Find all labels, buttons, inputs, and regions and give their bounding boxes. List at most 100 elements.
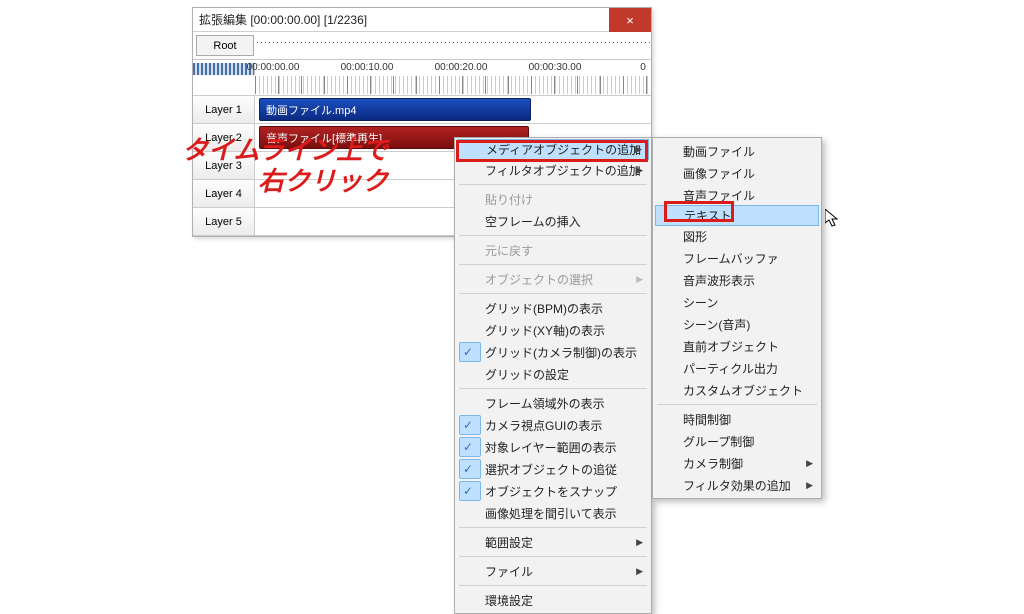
menu-label: グリッドの設定 (485, 366, 569, 383)
menu-object-select: オブジェクトの選択 ▶ (457, 268, 649, 290)
submenu-group-ctrl[interactable]: グループ制御 (655, 430, 819, 452)
menu-label: シーン(音声) (683, 316, 750, 333)
menu-add-media-object[interactable]: メディアオブジェクトの追加▶ (457, 139, 649, 160)
menu-target-layer[interactable]: ✓対象レイヤー範囲の表示 (457, 436, 649, 458)
submenu-time-ctrl[interactable]: 時間制御 (655, 408, 819, 430)
layer-label: Layer 2 (205, 132, 242, 144)
submenu-text[interactable]: テキスト (655, 205, 819, 226)
ruler-tick-label: 00:00:30.00 (529, 62, 582, 73)
layer-label: Layer 1 (205, 104, 242, 116)
ruler-main-row: 00:00:00.00 00:00:10.00 00:00:20.00 00:0… (193, 60, 651, 96)
submenu-prev-obj[interactable]: 直前オブジェクト (655, 335, 819, 357)
ruler-tick-label: 00:00:20.00 (435, 62, 488, 73)
submenu-figure[interactable]: 図形 (655, 225, 819, 247)
menu-separator (459, 527, 647, 528)
menu-label: オブジェクトの選択 (485, 271, 593, 288)
menu-grid-xy[interactable]: グリッド(XY軸)の表示 (457, 319, 649, 341)
check-icon: ✓ (463, 418, 473, 432)
menu-label: 音声波形表示 (683, 272, 755, 289)
menu-label: パーティクル出力 (683, 360, 778, 377)
layer-header-3[interactable]: Layer 3 (193, 152, 255, 179)
submenu-audio-file[interactable]: 音声ファイル (655, 184, 819, 206)
submenu-arrow-icon: ▶ (636, 274, 643, 285)
menu-thin-display[interactable]: 画像処理を間引いて表示 (457, 502, 649, 524)
menu-grid-setting[interactable]: グリッドの設定 (457, 363, 649, 385)
menu-label: ファイル (485, 563, 533, 580)
submenu-camera-ctrl[interactable]: カメラ制御 ▶ (655, 452, 819, 474)
menu-separator (459, 264, 647, 265)
menu-label: テキスト (684, 207, 732, 224)
menu-grid-camera[interactable]: ✓グリッド(カメラ制御)の表示 (457, 341, 649, 363)
menu-label: 画像処理を間引いて表示 (485, 505, 617, 522)
menu-label: 動画ファイル (683, 143, 755, 160)
root-button[interactable]: Root (196, 35, 254, 56)
menu-frame-outside[interactable]: フレーム領域外の表示 (457, 392, 649, 414)
window-titlebar[interactable]: 拡張編集 [00:00:00.00] [1/2236] × (193, 8, 651, 32)
submenu-arrow-icon: ▶ (806, 458, 813, 469)
layer-label: Layer 4 (205, 188, 242, 200)
menu-range-setting[interactable]: 範囲設定 ▶ (457, 531, 649, 553)
close-button[interactable]: × (609, 8, 651, 32)
submenu-arrow-icon: ▶ (806, 480, 813, 491)
menu-label: フィルタ効果の追加 (683, 477, 791, 494)
submenu-scene[interactable]: シーン (655, 291, 819, 313)
window-title: 拡張編集 [00:00:00.00] [1/2236] (199, 11, 367, 28)
menu-label: 時間制御 (683, 411, 731, 428)
video-clip[interactable]: 動画ファイル.mp4 (259, 98, 531, 121)
submenu-media-object: 動画ファイル 画像ファイル 音声ファイル テキスト 図形 フレームバッファ 音声… (652, 137, 822, 499)
menu-label: メディアオブジェクトの追加 (486, 141, 641, 158)
close-icon: × (626, 13, 634, 28)
menu-label: カメラ視点GUIの表示 (485, 417, 602, 434)
menu-label: 画像ファイル (683, 165, 755, 182)
track-1[interactable]: 動画ファイル.mp4 (255, 96, 651, 123)
menu-label: 図形 (683, 228, 707, 245)
menu-label: グリッド(XY軸)の表示 (485, 322, 605, 339)
layer-header-4[interactable]: Layer 4 (193, 180, 255, 207)
menu-label: カメラ制御 (683, 455, 743, 472)
mouse-cursor-icon (825, 209, 841, 229)
submenu-custom-obj[interactable]: カスタムオブジェクト (655, 379, 819, 401)
menu-env-setting[interactable]: 環境設定 (457, 589, 649, 611)
submenu-frame-buffer[interactable]: フレームバッファ (655, 247, 819, 269)
submenu-image-file[interactable]: 画像ファイル (655, 162, 819, 184)
menu-grid-bpm[interactable]: グリッド(BPM)の表示 (457, 297, 649, 319)
menu-label: 環境設定 (485, 592, 533, 609)
menu-separator (459, 388, 647, 389)
submenu-video-file[interactable]: 動画ファイル (655, 140, 819, 162)
layer-label: Layer 5 (205, 216, 242, 228)
menu-undo: 元に戻す (457, 239, 649, 261)
menu-track-select[interactable]: ✓選択オブジェクトの追従 (457, 458, 649, 480)
ruler-tick-label: 00:00:00.00 (247, 62, 300, 73)
clip-label: 音声ファイル[標準再生] (266, 133, 382, 145)
menu-file[interactable]: ファイル▶ (457, 560, 649, 582)
time-ruler[interactable]: 00:00:00.00 00:00:10.00 00:00:20.00 00:0… (255, 60, 651, 95)
menu-insert-empty-frame[interactable]: 空フレームの挿入 (457, 210, 649, 232)
menu-label: グループ制御 (683, 433, 754, 450)
submenu-waveform[interactable]: 音声波形表示 (655, 269, 819, 291)
context-menu: メディアオブジェクトの追加▶ フィルタオブジェクトの追加▶ 貼り付け 空フレーム… (454, 137, 652, 614)
ruler-overview[interactable] (257, 32, 651, 59)
layer-header-5[interactable]: Layer 5 (193, 208, 255, 235)
menu-label: 範囲設定 (485, 534, 533, 551)
menu-paste: 貼り付け (457, 188, 649, 210)
clip-label: 動画ファイル.mp4 (266, 105, 356, 117)
submenu-filter-add[interactable]: フィルタ効果の追加 ▶ (655, 474, 819, 496)
menu-label: 選択オブジェクトの追従 (485, 461, 617, 478)
layer-header-1[interactable]: Layer 1 (193, 96, 255, 123)
toolbar-row: Root (193, 32, 651, 60)
layer-header-2[interactable]: Layer 2 (193, 124, 255, 151)
menu-label: フレームバッファ (683, 250, 779, 267)
menu-snap[interactable]: ✓オブジェクトをスナップ (457, 480, 649, 502)
check-icon: ✓ (463, 345, 473, 359)
menu-label: カスタムオブジェクト (683, 382, 803, 399)
menu-camera-gui[interactable]: ✓ カメラ視点GUIの表示 (457, 414, 649, 436)
menu-add-filter-object[interactable]: フィルタオブジェクトの追加▶ (457, 159, 649, 181)
root-label: Root (213, 40, 236, 52)
submenu-scene-audio[interactable]: シーン(音声) (655, 313, 819, 335)
submenu-arrow-icon: ▶ (636, 537, 643, 548)
submenu-arrow-icon: ▶ (636, 165, 643, 176)
ruler-tick-label: 00:00:10.00 (341, 62, 394, 73)
menu-label: 貼り付け (485, 191, 533, 208)
submenu-particle[interactable]: パーティクル出力 (655, 357, 819, 379)
menu-label: フィルタオブジェクトの追加 (485, 162, 641, 179)
